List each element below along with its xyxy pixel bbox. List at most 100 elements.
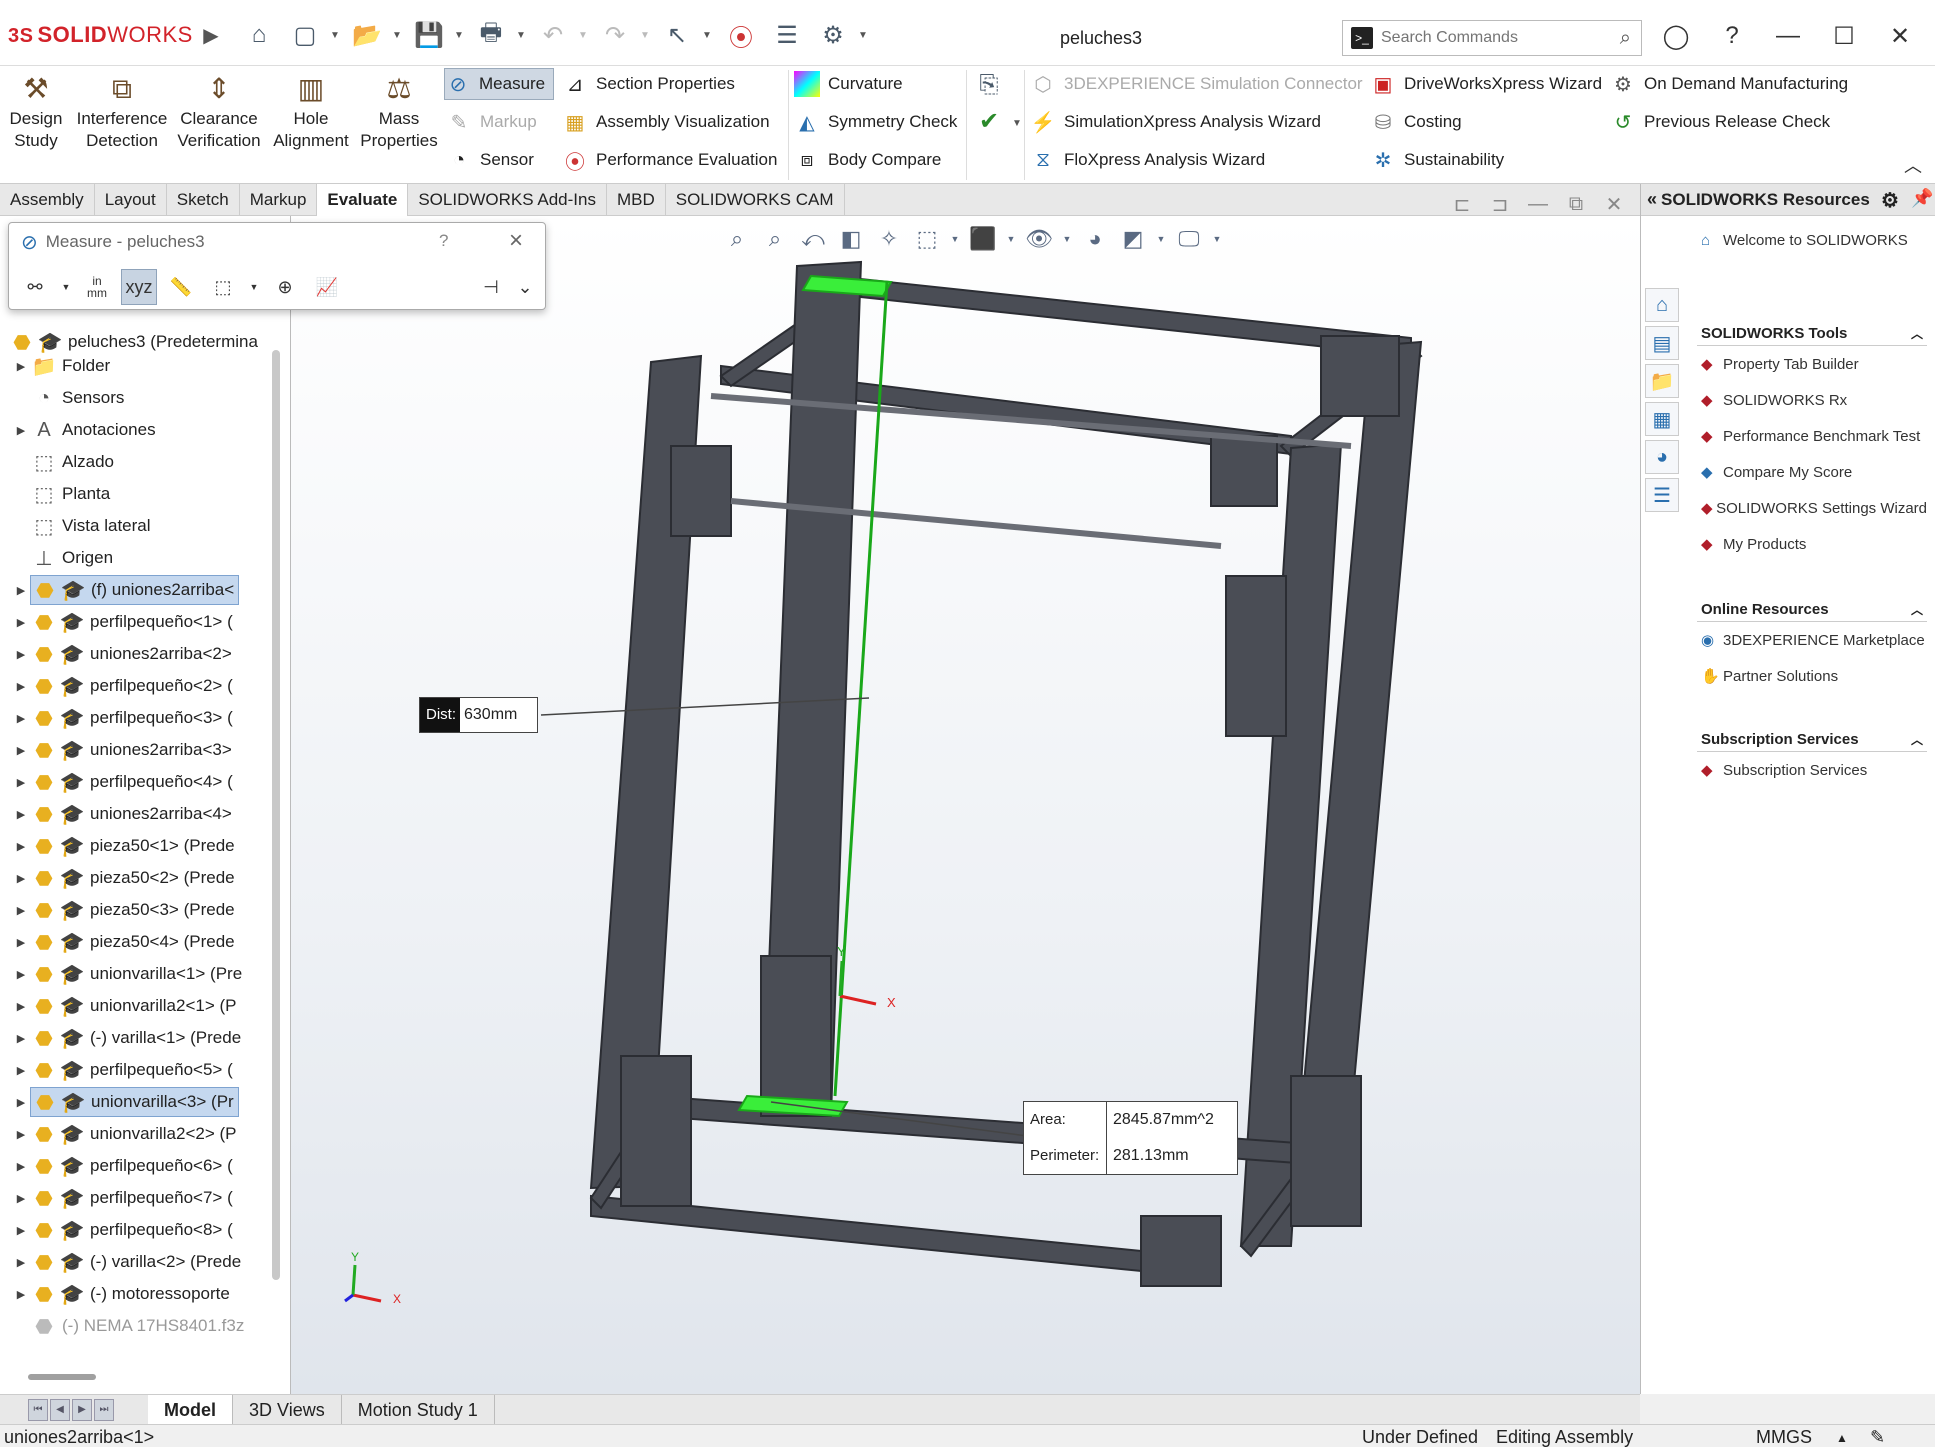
- expand-chevron-icon[interactable]: ▶: [12, 776, 30, 789]
- welcome-link[interactable]: ⌂ Welcome to SOLIDWORKS: [1697, 220, 1927, 260]
- section-view-icon[interactable]: ◧: [834, 222, 868, 256]
- measure-history-icon[interactable]: ⊕: [267, 269, 303, 305]
- open-dropdown-icon[interactable]: ▼: [392, 30, 402, 41]
- tree-item[interactable]: ▶ ⬣ 🎓 unionvarilla<3> (Pr: [0, 1086, 290, 1118]
- viewport-restore-icon[interactable]: ⧉: [1564, 192, 1588, 216]
- print-icon[interactable]: 🖶: [476, 19, 506, 50]
- expand-chevron-icon[interactable]: ▶: [12, 648, 30, 661]
- expand-chevron-icon[interactable]: ▶: [12, 712, 30, 725]
- tree-item[interactable]: ▶ ⬣ 🎓 unionvarilla2<1> (P: [0, 990, 290, 1022]
- viewport-close-icon[interactable]: ✕: [1602, 192, 1626, 216]
- display-style-icon[interactable]: ⬛: [966, 222, 1000, 256]
- measure-button[interactable]: ⊘ Measure: [444, 68, 555, 100]
- design-checker-dropdown-icon[interactable]: ▼: [1012, 118, 1022, 129]
- expand-chevron-icon[interactable]: ▶: [12, 808, 30, 821]
- tool-link[interactable]: ◆ SOLIDWORKS Settings Wizard: [1697, 490, 1927, 526]
- collapse-pane-icon[interactable]: «: [1647, 189, 1657, 210]
- tree-vertical-scrollbar[interactable]: [272, 350, 280, 1280]
- expand-chevron-icon[interactable]: ▶: [12, 1288, 30, 1301]
- tree-item[interactable]: ⬚ Alzado: [0, 446, 290, 478]
- assembly-visualization-button[interactable]: ▦ Assembly Visualization: [562, 106, 770, 138]
- expand-chevron-icon[interactable]: ▶: [12, 744, 30, 757]
- tree-item[interactable]: ▶ ⬣ 🎓 uniones2arriba<2>: [0, 638, 290, 670]
- collapse-section-icon[interactable]: ︿: [1911, 731, 1923, 748]
- view-settings-dropdown-icon[interactable]: ▼: [1210, 222, 1224, 256]
- hide-show-items-icon[interactable]: 👁: [1022, 222, 1056, 256]
- create-sensor-icon[interactable]: 📈: [309, 269, 345, 305]
- expand-chevron-icon[interactable]: ▶: [12, 1032, 30, 1045]
- help-icon[interactable]: ?: [1714, 18, 1750, 54]
- tree-item[interactable]: ▶ ⬣ 🎓 (-) varilla<1> (Prede: [0, 1022, 290, 1054]
- tree-item[interactable]: ⊥ Origen: [0, 542, 290, 574]
- subscription-services-link[interactable]: ◆ Subscription Services: [1697, 752, 1927, 788]
- unit-dropdown-icon[interactable]: ▲: [1836, 1431, 1848, 1445]
- prev-tab-icon[interactable]: ◀: [50, 1398, 70, 1421]
- expand-dialog-icon[interactable]: ⌄: [507, 269, 543, 305]
- tree-item[interactable]: ▶ ⬣ 🎓 perfilpequeño<6> (: [0, 1150, 290, 1182]
- tab-markup[interactable]: Markup: [240, 184, 318, 216]
- show-xyz-icon[interactable]: xyz: [121, 269, 157, 305]
- expand-chevron-icon[interactable]: ▶: [12, 1256, 30, 1269]
- expand-chevron-icon[interactable]: ▶: [12, 1096, 30, 1109]
- undo-icon[interactable]: ↶: [538, 20, 568, 50]
- tree-item[interactable]: ◔ Sensors: [0, 382, 290, 414]
- zoom-to-fit-icon[interactable]: ⌕: [720, 222, 754, 256]
- tree-item[interactable]: ▶ ⬣ 🎓 unionvarilla<1> (Pre: [0, 958, 290, 990]
- tree-item[interactable]: ▶ ⬣ 🎓 pieza50<3> (Prede: [0, 894, 290, 926]
- simulationxpress-button[interactable]: ⚡ SimulationXpress Analysis Wizard: [1030, 106, 1321, 138]
- clearance-verification-button[interactable]: ⇕ Clearance Verification: [174, 72, 264, 152]
- design-study-button[interactable]: ⚒ Design Study: [6, 72, 66, 152]
- check-document-icon[interactable]: ⎘: [974, 70, 1004, 100]
- mass-properties-button[interactable]: ⚖ Mass Properties: [358, 72, 440, 152]
- first-tab-icon[interactable]: ⏮: [28, 1398, 48, 1421]
- tool-link[interactable]: ◆ Compare My Score: [1697, 454, 1927, 490]
- edit-appearance-icon[interactable]: ◕: [1078, 222, 1112, 256]
- previous-release-check-button[interactable]: ↺ Previous Release Check: [1610, 106, 1831, 138]
- on-demand-manufacturing-button[interactable]: ⚙ On Demand Manufacturing: [1610, 68, 1848, 100]
- tree-item[interactable]: ▶ ⬣ 🎓 (-) motoressoporte: [0, 1278, 290, 1310]
- save-dropdown-icon[interactable]: ▼: [454, 30, 464, 41]
- tool-link[interactable]: ◆ Property Tab Builder: [1697, 346, 1927, 382]
- expand-chevron-icon[interactable]: ▶: [12, 360, 30, 373]
- tool-link[interactable]: ◆ SOLIDWORKS Rx: [1697, 382, 1927, 418]
- expand-chevron-icon[interactable]: ▶: [12, 584, 30, 597]
- tree-item[interactable]: ▶ 📁 Folder: [0, 350, 290, 382]
- tab-assembly[interactable]: Assembly: [0, 184, 95, 216]
- solidworks-tools-header[interactable]: SOLIDWORKS Tools ︿: [1697, 322, 1927, 346]
- undo-dropdown-icon[interactable]: ▼: [578, 30, 588, 41]
- tree-item[interactable]: ▶ ⬣ 🎓 perfilpequeño<2> (: [0, 670, 290, 702]
- viewport-minimize-icon[interactable]: —: [1526, 192, 1550, 216]
- collapse-section-icon[interactable]: ︿: [1911, 325, 1923, 342]
- sustainability-button[interactable]: ✲ Sustainability: [1370, 144, 1505, 176]
- rebuild-status-icon[interactable]: ✎: [1870, 1427, 1885, 1447]
- tree-item[interactable]: ▶ ⬣ 🎓 perfilpequeño<3> (: [0, 702, 290, 734]
- tab-3d-views[interactable]: 3D Views: [233, 1394, 342, 1425]
- tool-link[interactable]: ◆ Performance Benchmark Test: [1697, 418, 1927, 454]
- appearances-icon[interactable]: ◕: [1645, 440, 1679, 474]
- new-dropdown-icon[interactable]: ▼: [330, 30, 340, 41]
- design-checker-icon[interactable]: ✔: [974, 106, 1004, 136]
- tab-motion-study-1[interactable]: Motion Study 1: [342, 1394, 495, 1425]
- projected-on-icon[interactable]: ⬚: [205, 269, 241, 305]
- tab-evaluate[interactable]: Evaluate: [317, 184, 409, 216]
- previous-view-icon[interactable]: ⤺: [796, 222, 830, 256]
- curvature-button[interactable]: Curvature: [794, 68, 903, 100]
- tree-item[interactable]: ▶ ⬣ 🎓 uniones2arriba<3>: [0, 734, 290, 766]
- costing-button[interactable]: ⛁ Costing: [1370, 106, 1462, 138]
- resources-home-icon[interactable]: ⌂: [1645, 288, 1679, 322]
- tab-sketch[interactable]: Sketch: [167, 184, 240, 216]
- tree-item[interactable]: ▶ ⬣ 🎓 perfilpequeño<8> (: [0, 1214, 290, 1246]
- floxpress-button[interactable]: ⧖ FloXpress Analysis Wizard: [1030, 144, 1265, 176]
- pin-dialog-icon[interactable]: ⊣: [473, 269, 509, 305]
- expand-chevron-icon[interactable]: ▶: [12, 1160, 30, 1173]
- redo-dropdown-icon[interactable]: ▼: [640, 30, 650, 41]
- tree-horizontal-scrollbar[interactable]: [28, 1374, 96, 1380]
- hide-show-dropdown-icon[interactable]: ▼: [1060, 222, 1074, 256]
- measure-dialog-header[interactable]: ⊘ Measure - peluches3: [9, 223, 545, 261]
- partner-solutions-link[interactable]: ✋ Partner Solutions: [1697, 658, 1927, 694]
- maximize-icon[interactable]: ☐: [1826, 18, 1862, 54]
- expand-chevron-icon[interactable]: ▶: [12, 1000, 30, 1013]
- split-right-icon[interactable]: ⊐: [1488, 192, 1512, 216]
- rebuild-traffic-light-icon[interactable]: ⦿: [726, 20, 756, 52]
- marketplace-link[interactable]: ◉ 3DEXPERIENCE Marketplace: [1697, 622, 1927, 658]
